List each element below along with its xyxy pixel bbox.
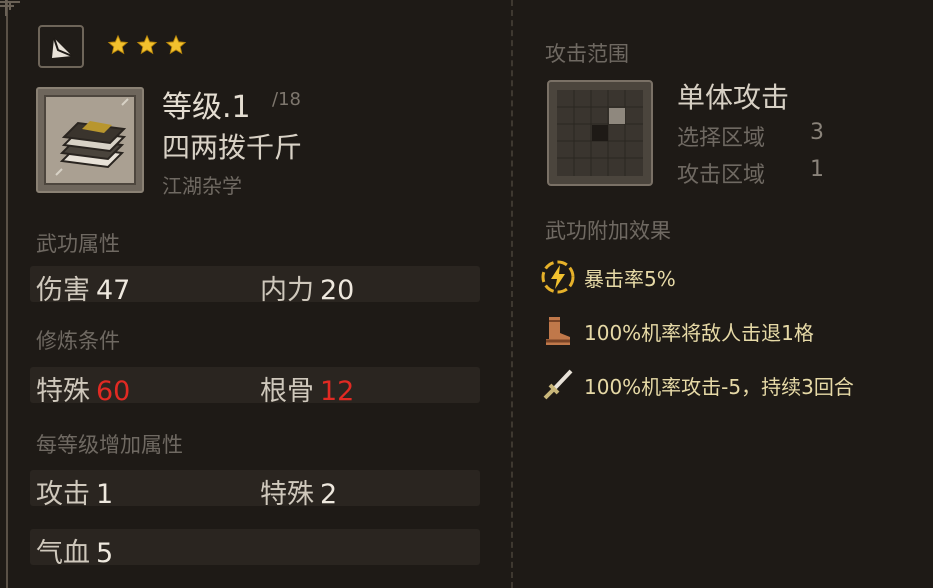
bone-requirement: 根骨 12 [260, 369, 354, 408]
attack-type: 单体攻击 [677, 81, 790, 114]
boot-icon [546, 317, 570, 345]
attack-per-level-value: 1 [96, 479, 114, 510]
effect-item: 暴击率5% [540, 259, 676, 295]
hp-per-level-value: 5 [96, 538, 114, 569]
hp-per-level-label: 气血 [36, 538, 90, 569]
attack-area-label: 攻击区域 [677, 163, 766, 188]
range-center-cell [592, 125, 608, 141]
panel-frame-left [6, 0, 8, 588]
range-title: 攻击范围 [545, 42, 629, 66]
range-target-cell [609, 108, 625, 124]
skill-name: 四两拨千斤 [162, 131, 303, 164]
corner-ornament [0, 0, 20, 16]
inner-power-value: 20 [320, 275, 355, 306]
star-icon [107, 34, 129, 55]
skill-category: 江湖杂学 [162, 174, 242, 198]
select-area-label: 选择区域 [677, 126, 766, 151]
effect-text: 暴击率5% [584, 266, 676, 291]
special-per-level-label: 特殊 [260, 479, 314, 510]
skill-book-icon [36, 87, 144, 193]
star-icon [165, 34, 187, 55]
star-icon [136, 34, 158, 55]
range-grid [547, 80, 653, 186]
damage-label: 伤害 [36, 275, 90, 306]
damage-value: 47 [96, 275, 131, 306]
special-req-value: 60 [96, 376, 131, 407]
fan-icon [52, 37, 73, 58]
attributes-title: 武功属性 [36, 232, 120, 256]
column-divider [511, 0, 513, 588]
effects-title: 武功附加效果 [545, 219, 671, 243]
special-req-label: 特殊 [36, 376, 90, 407]
special-per-level: 特殊 2 [260, 472, 337, 511]
special-requirement: 特殊 60 [36, 369, 130, 408]
effect-text: 100%机率将敌人击退1格 [584, 320, 814, 345]
hp-per-level: 气血 5 [36, 531, 113, 570]
effect-text: 100%机率攻击-5，持续3回合 [584, 374, 854, 399]
lightning-icon [541, 260, 575, 294]
effect-item: 100%机率将敌人击退1格 [540, 313, 814, 349]
skill-type-badge [38, 25, 84, 68]
inner-power-label: 内力 [260, 275, 314, 306]
effect-item: 100%机率攻击-5，持续3回合 [540, 367, 854, 403]
skill-level-max: /18 [272, 89, 301, 110]
skill-level: 等级.1 [162, 90, 251, 125]
per-level-title: 每等级增加属性 [36, 433, 183, 457]
select-area-value: 3 [810, 120, 824, 145]
inner-power-stat: 内力 20 [260, 268, 354, 307]
attack-per-level-label: 攻击 [36, 479, 90, 510]
attack-per-level: 攻击 1 [36, 472, 113, 511]
special-per-level-value: 2 [320, 479, 338, 510]
requirements-title: 修炼条件 [36, 329, 120, 353]
rarity-stars [107, 34, 187, 56]
damage-stat: 伤害 47 [36, 268, 130, 307]
bone-req-label: 根骨 [260, 376, 314, 407]
sword-icon [543, 369, 573, 400]
bone-req-value: 12 [320, 376, 355, 407]
attack-area-value: 1 [810, 157, 824, 182]
